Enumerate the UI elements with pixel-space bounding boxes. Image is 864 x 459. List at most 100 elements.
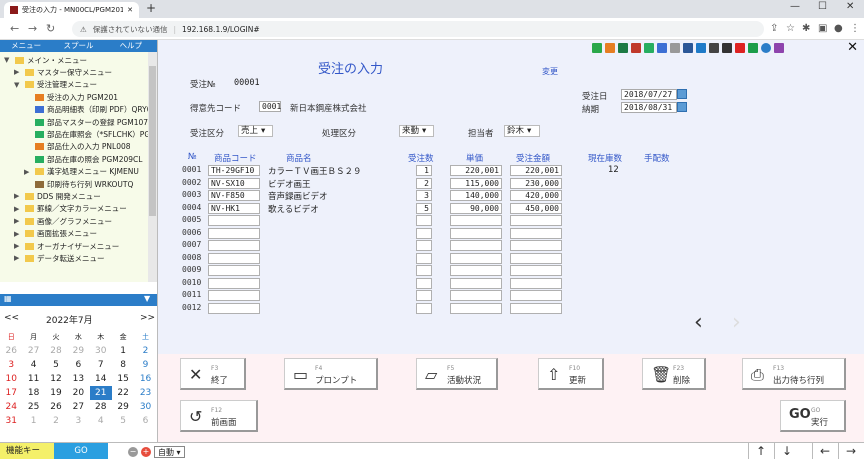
expand-arrow-icon[interactable]: ▶ xyxy=(14,230,22,238)
item-code-field[interactable] xyxy=(208,302,260,314)
calendar-day[interactable]: 29 xyxy=(112,400,134,414)
url-field[interactable]: ⚠ 保護されていない通信 | 192.168.1.9/LOGIN# xyxy=(72,21,764,37)
kubun-select[interactable]: 売上 ▾ xyxy=(238,125,273,137)
f4-prompt-button[interactable]: ▭ F4 プロンプト xyxy=(284,358,378,390)
calendar-day[interactable]: 27 xyxy=(22,344,44,358)
calendar-day[interactable]: 1 xyxy=(112,344,134,358)
help-icon[interactable] xyxy=(761,43,771,53)
tab-close-icon[interactable]: ✕ xyxy=(127,6,133,14)
calendar-day[interactable]: 5 xyxy=(45,358,67,372)
profile-icon[interactable]: ● xyxy=(834,23,843,34)
qty-field[interactable]: 2 xyxy=(416,177,432,189)
f10-update-button[interactable]: ⇧ F10 更新 xyxy=(538,358,604,390)
calendar-day[interactable]: 26 xyxy=(0,344,22,358)
tree-item[interactable]: ▶ 罫線／文字カラーメニュー xyxy=(14,203,127,215)
tree-item[interactable]: ▶ オーガナイザーメニュー xyxy=(14,240,119,252)
tree-item[interactable]: ▶ 漢字処理メニュー KJMENU xyxy=(24,166,139,178)
expand-arrow-icon[interactable]: ▶ xyxy=(14,205,22,213)
collapse-arrow-icon[interactable]: ▼ xyxy=(14,81,22,89)
qty-field[interactable]: 3 xyxy=(416,190,432,201)
tree-item[interactable]: 商品明細表（印刷 PDF）QRY00 xyxy=(24,104,148,116)
calendar-day[interactable]: 18 xyxy=(22,386,44,400)
calendar-day[interactable]: 30 xyxy=(90,344,112,358)
price-field[interactable] xyxy=(450,277,502,289)
qty-field[interactable]: 1 xyxy=(416,165,432,176)
function-key-toggle[interactable]: 機能キー xyxy=(0,443,54,459)
table-icon[interactable] xyxy=(657,43,667,53)
qty-field[interactable]: 5 xyxy=(416,202,432,214)
db-icon[interactable] xyxy=(670,43,680,53)
form-close-icon[interactable]: ✕ xyxy=(847,40,858,55)
calendar-day[interactable]: 10 xyxy=(0,372,22,386)
download-icon[interactable] xyxy=(592,43,602,53)
prev-month-button[interactable]: << xyxy=(4,313,19,323)
upload-icon[interactable] xyxy=(605,43,615,53)
expand-arrow-icon[interactable]: ▶ xyxy=(14,68,22,76)
tree-item[interactable]: ▶ DDS 開発メニュー xyxy=(14,190,101,202)
calendar-day[interactable]: 15 xyxy=(112,372,134,386)
price-field[interactable] xyxy=(450,252,502,264)
price-field[interactable]: 220,001 xyxy=(450,165,502,176)
new-tab-icon[interactable]: + xyxy=(146,1,156,15)
price-field[interactable] xyxy=(450,265,502,276)
tree-item[interactable]: 受注の入力 PGM201 xyxy=(24,91,118,103)
calendar-day[interactable]: 5 xyxy=(112,414,134,428)
expand-arrow-icon[interactable]: ▶ xyxy=(14,192,22,200)
calendar-day[interactable]: 11 xyxy=(22,372,44,386)
calendar-day[interactable]: 6 xyxy=(134,414,156,428)
amount-field[interactable] xyxy=(510,240,562,251)
arrow-up-icon[interactable]: ↑ xyxy=(748,443,773,459)
item-code-field[interactable]: TH-29GF10 xyxy=(208,165,260,176)
item-code-field[interactable]: NV-SX10 xyxy=(208,177,260,189)
qty-field[interactable] xyxy=(416,215,432,226)
tab-menu[interactable]: メニュー xyxy=(0,40,52,52)
amount-field[interactable] xyxy=(510,277,562,289)
calendar-day[interactable]: 2 xyxy=(45,414,67,428)
extensions-icon[interactable]: ✱ xyxy=(802,23,810,34)
tree-scrollbar[interactable] xyxy=(148,52,157,282)
due-date-calendar-icon[interactable] xyxy=(677,102,687,112)
calendar-day[interactable]: 4 xyxy=(22,358,44,372)
expand-arrow-icon[interactable]: ▶ xyxy=(14,254,22,262)
tree-item[interactable]: 部品マスターの登録 PGM107 xyxy=(24,116,148,128)
calendar-day[interactable]: 23 xyxy=(134,386,156,400)
price-field[interactable] xyxy=(450,240,502,251)
calendar-day[interactable]: 21 xyxy=(89,386,112,400)
price-field[interactable]: 115,000 xyxy=(450,177,502,189)
calendar-day[interactable]: 28 xyxy=(45,344,67,358)
amount-field[interactable]: 420,000 xyxy=(510,190,562,201)
tanto-select[interactable]: 鈴木 ▾ xyxy=(504,125,540,137)
item-code-field[interactable] xyxy=(208,215,260,226)
tree-item[interactable]: ▼ メイン・メニュー xyxy=(4,54,87,66)
tree-item[interactable]: 印刷待ち行列 WRKOUTQ xyxy=(24,178,133,190)
calendar-day[interactable]: 24 xyxy=(0,400,22,414)
excel-icon[interactable] xyxy=(618,43,628,53)
calendar-day[interactable]: 26 xyxy=(45,400,67,414)
next-page-icon[interactable]: › xyxy=(732,310,741,335)
settings-icon[interactable] xyxy=(774,43,784,53)
calendar-day[interactable]: 3 xyxy=(67,414,89,428)
qty-field[interactable] xyxy=(416,277,432,289)
minimize-icon[interactable]: — xyxy=(790,1,800,12)
due-date-field[interactable]: 2018/08/31 xyxy=(621,102,677,113)
window-close-icon[interactable]: ✕ xyxy=(846,1,854,12)
go-button[interactable]: GO xyxy=(54,443,108,459)
zoom-in-icon[interactable]: + xyxy=(141,447,151,457)
calendar-day[interactable]: 4 xyxy=(90,414,112,428)
f12-back-button[interactable]: ↺ F12 前画面 xyxy=(180,400,258,432)
calendar-day[interactable]: 7 xyxy=(90,358,112,372)
tree-item[interactable]: 部品仕入の入力 PNL008 xyxy=(24,141,131,153)
price-field[interactable] xyxy=(450,215,502,226)
item-code-field[interactable]: NV-F850 xyxy=(208,190,260,201)
f3-exit-button[interactable]: ✕ F3 終了 xyxy=(180,358,246,390)
f13-outq-button[interactable]: ⎙ F13 出力待ち行列 xyxy=(742,358,846,390)
calendar-day[interactable]: 29 xyxy=(67,344,89,358)
back-icon[interactable]: ← xyxy=(10,22,19,35)
item-code-field[interactable] xyxy=(208,227,260,239)
calendar-day[interactable]: 12 xyxy=(45,372,67,386)
print-icon[interactable] xyxy=(722,43,732,53)
amount-field[interactable] xyxy=(510,227,562,239)
zoom-out-icon[interactable]: − xyxy=(128,447,138,457)
tab-help[interactable]: ヘルプ xyxy=(105,40,157,52)
customer-code-field[interactable]: 0001 xyxy=(259,101,281,112)
